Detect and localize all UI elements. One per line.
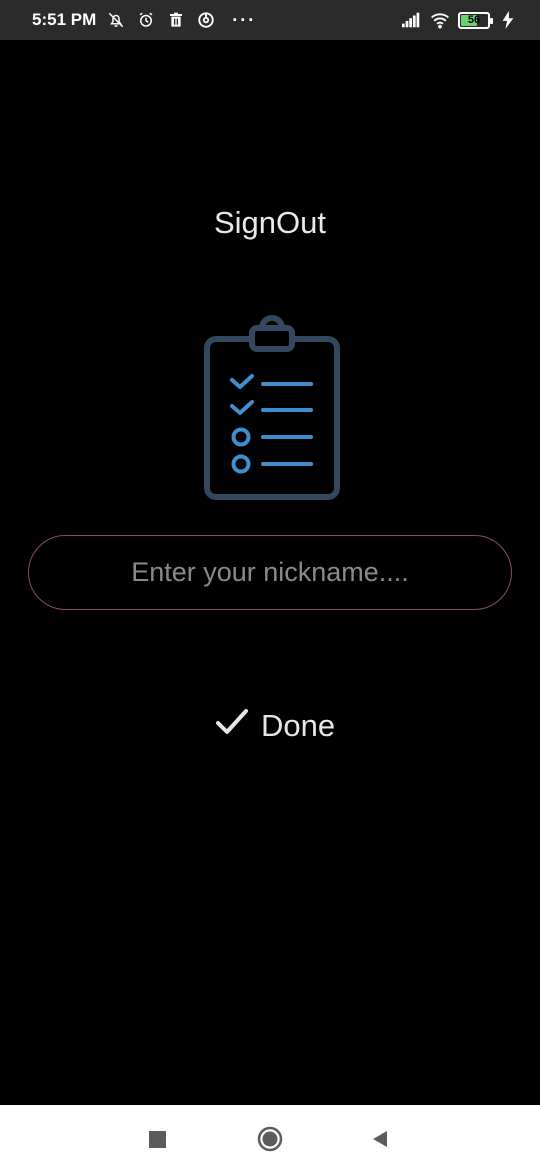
more-notifications-icon: ··· (232, 9, 257, 30)
home-icon[interactable] (256, 1125, 284, 1153)
done-button[interactable]: Done (205, 700, 345, 752)
battery-icon: 56 (458, 11, 493, 29)
battery-level: 56 (467, 14, 481, 26)
status-bar-right: 56 (402, 10, 518, 30)
wifi-icon (430, 10, 450, 30)
alarm-icon (136, 10, 156, 30)
sync-icon (196, 10, 216, 30)
charging-icon (498, 10, 518, 30)
status-time: 5:51 PM (32, 10, 97, 29)
nickname-input[interactable] (28, 535, 512, 610)
back-icon[interactable] (366, 1125, 394, 1153)
clipboard-checklist-icon (170, 308, 370, 508)
status-bar-left: 5:51 PM ··· (32, 10, 256, 31)
page-title: SignOut (213, 205, 326, 240)
done-label: Done (261, 708, 336, 743)
status-bar: 5:51 PM ··· 56 (0, 0, 540, 40)
check-icon (215, 707, 249, 745)
signal-icon (402, 10, 422, 30)
trash-icon (166, 10, 186, 30)
notifications-off-icon (106, 10, 126, 30)
recent-apps-icon[interactable] (143, 1125, 171, 1153)
navigation-bar (0, 1105, 540, 1170)
